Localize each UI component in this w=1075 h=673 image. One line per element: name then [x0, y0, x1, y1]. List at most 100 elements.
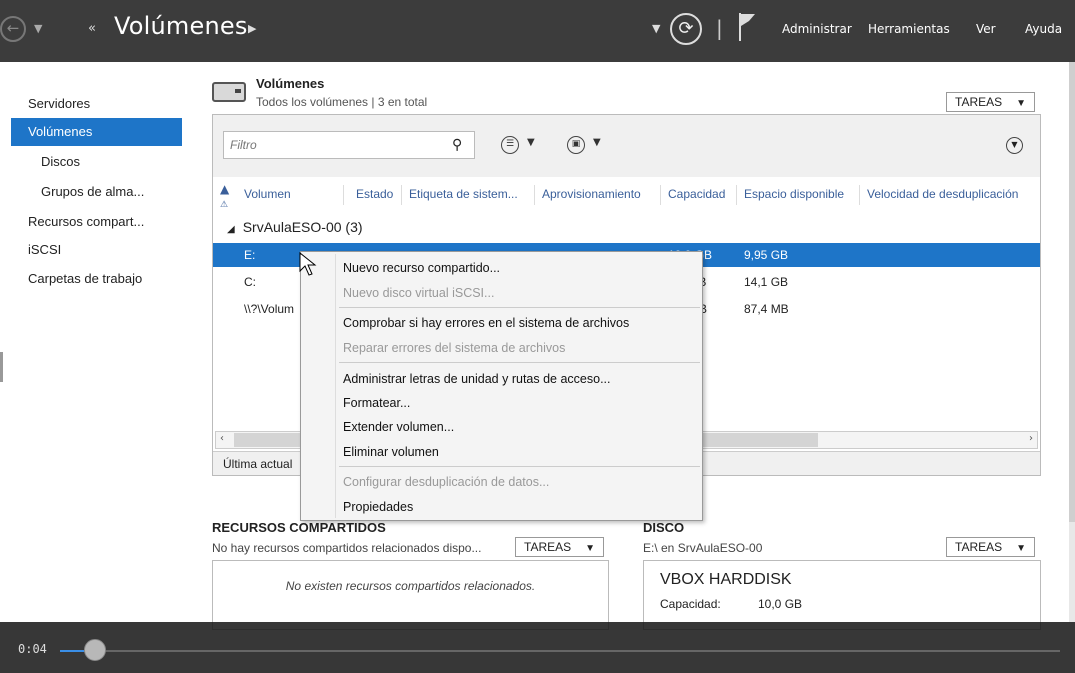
back-arrow-icon[interactable]: ← — [0, 16, 26, 42]
menu-separator — [339, 307, 700, 308]
filter-bar: Filtro ⚲ ☰ ▼ ▣ ▼ ▼ — [213, 115, 1040, 177]
col-aprovisionamiento[interactable]: Aprovisionamiento — [542, 187, 641, 201]
cell-volume: \\?\Volum — [244, 302, 295, 316]
scrollbar-thumb[interactable] — [1069, 62, 1075, 522]
video-player-bar: 0:04 — [0, 622, 1075, 673]
shares-empty-message: No existen recursos compartidos relacion… — [285, 579, 536, 593]
sidebar-item-iscsi[interactable]: iSCSI — [11, 236, 182, 264]
history-dropdown-icon[interactable]: ▼ — [34, 22, 42, 35]
chevron-down-icon: ▼ — [585, 543, 596, 554]
menu-item-repair-errors: Reparar errores del sistema de archivos — [343, 341, 566, 355]
cell-free-space: 14,1 GB — [744, 275, 789, 289]
column-divider — [660, 185, 661, 205]
cell-free-space: 9,95 GB — [744, 248, 789, 262]
disk-capacity-label: Capacidad: — [660, 597, 721, 611]
menu-item-properties[interactable]: Propiedades — [343, 500, 413, 514]
disk-section-subtitle: E:\ en SrvAulaESO-00 — [643, 541, 763, 555]
video-time: 0:04 — [18, 642, 47, 656]
disk-panel: VBOX HARDDISK Capacidad: 10,0 GB — [643, 560, 1041, 630]
col-etiqueta[interactable]: Etiqueta de sistem... — [409, 187, 518, 201]
refresh-dropdown-icon[interactable]: ▼ — [652, 22, 660, 35]
cell-volume: C: — [244, 275, 256, 289]
filter-input[interactable]: Filtro — [223, 131, 475, 159]
sidebar-item-grupos[interactable]: Grupos de alma... — [11, 178, 182, 206]
disk-tasks-button[interactable]: TAREAS ▼ — [946, 537, 1036, 557]
server-group-row[interactable]: ◢ SrvAulaESO-00 (3) — [227, 219, 363, 235]
cell-free-space: 87,4 MB — [744, 302, 789, 316]
cell-volume: E: — [244, 248, 256, 262]
volumes-tasks-button[interactable]: TAREAS ▼ — [946, 92, 1036, 112]
menu-herramientas[interactable]: Herramientas — [868, 22, 950, 36]
menu-item-check-errors[interactable]: Comprobar si hay errores en el sistema d… — [343, 316, 629, 330]
scroll-right-icon[interactable]: › — [1029, 433, 1033, 444]
save-query-icon[interactable]: ▣ — [567, 136, 585, 154]
list-view-icon[interactable]: ☰ — [501, 136, 519, 154]
disk-name: VBOX HARDDISK — [660, 571, 792, 588]
menu-gutter — [335, 254, 336, 518]
disk-section-title: DISCO — [643, 520, 685, 535]
col-velocidad[interactable]: Velocidad de desduplicación — [867, 187, 1018, 201]
tasks-label: TAREAS — [955, 95, 1003, 109]
sidebar-splitter[interactable] — [0, 352, 3, 382]
menu-item-delete-volume[interactable]: Eliminar volumen — [343, 445, 439, 459]
shares-section-title: RECURSOS COMPARTIDOS — [212, 520, 386, 535]
menu-item-new-iscsi-disk: Nuevo disco virtual iSCSI... — [343, 286, 495, 300]
volumes-section-title: Volúmenes — [256, 76, 325, 91]
video-progress-track[interactable] — [60, 650, 1060, 652]
sidebar: Servidores Volúmenes Discos Grupos de al… — [0, 62, 196, 622]
tasks-label: TAREAS — [524, 540, 572, 554]
menu-separator — [339, 466, 700, 467]
save-query-dropdown-icon[interactable]: ▼ — [593, 137, 601, 148]
list-view-dropdown-icon[interactable]: ▼ — [527, 137, 535, 148]
menu-item-dedup-config: Configurar desduplicación de datos... — [343, 475, 550, 489]
notifications-flag-icon[interactable] — [738, 12, 756, 42]
video-progress-thumb[interactable] — [84, 639, 106, 661]
sidebar-item-volumenes[interactable]: Volúmenes — [11, 118, 182, 146]
breadcrumb-next-icon[interactable]: ▶ — [248, 22, 256, 35]
menu-item-new-share[interactable]: Nuevo recurso compartido... — [343, 261, 500, 275]
shares-section-subtitle: No hay recursos compartidos relacionados… — [212, 541, 482, 555]
header-separator: | — [716, 16, 723, 40]
col-espacio[interactable]: Espacio disponible — [744, 187, 844, 201]
shares-panel: No existen recursos compartidos relacion… — [212, 560, 609, 630]
col-estado[interactable]: Estado — [356, 187, 393, 201]
volumes-section-subtitle: Todos los volúmenes | 3 en total — [256, 95, 428, 109]
menu-ver[interactable]: Ver — [976, 22, 996, 36]
chevron-down-icon: ▼ — [1016, 543, 1027, 554]
breadcrumb-back-icon[interactable]: « — [88, 21, 96, 36]
disk-capacity-value: 10,0 GB — [758, 597, 803, 611]
menu-item-format[interactable]: Formatear... — [343, 396, 410, 410]
menu-separator — [339, 362, 700, 363]
sidebar-item-discos[interactable]: Discos — [11, 148, 182, 176]
menu-ayuda[interactable]: Ayuda — [1025, 22, 1062, 36]
column-divider — [736, 185, 737, 205]
search-icon[interactable]: ⚲ — [452, 137, 462, 153]
mouse-cursor-icon — [299, 252, 317, 276]
refresh-icon[interactable]: ⟳ — [670, 13, 702, 45]
menu-administrar[interactable]: Administrar — [782, 22, 852, 36]
expand-icon[interactable]: ▼ — [1006, 137, 1023, 154]
shares-tasks-button[interactable]: TAREAS ▼ — [515, 537, 605, 557]
col-volumen[interactable]: Volumen — [244, 187, 291, 201]
page-title: Volúmenes — [114, 12, 248, 40]
sidebar-item-recursos[interactable]: Recursos compart... — [11, 208, 182, 236]
menu-item-extend-volume[interactable]: Extender volumen... — [343, 420, 454, 434]
server-group-label: SrvAulaESO-00 (3) — [242, 219, 363, 235]
column-divider — [859, 185, 860, 205]
col-capacidad[interactable]: Capacidad — [668, 187, 725, 201]
menu-item-drive-letters[interactable]: Administrar letras de unidad y rutas de … — [343, 372, 611, 386]
collapse-triangle-icon[interactable]: ◢ — [227, 224, 235, 235]
column-divider — [343, 185, 344, 205]
sidebar-item-servidores[interactable]: Servidores — [11, 90, 182, 118]
header-bar: ← ▼ « Volúmenes ▶ ▼ ⟳ | Administrar Herr… — [0, 0, 1075, 62]
sidebar-item-carpetas[interactable]: Carpetas de trabajo — [11, 265, 182, 293]
chevron-down-icon: ▼ — [1016, 98, 1027, 109]
warning-sort-icon: ▲ ⚠ — [220, 182, 230, 210]
scroll-left-icon[interactable]: ‹ — [220, 433, 224, 444]
column-divider — [401, 185, 402, 205]
context-menu: Nuevo recurso compartido... Nuevo disco … — [300, 251, 703, 521]
column-divider — [534, 185, 535, 205]
vertical-scrollbar[interactable] — [1069, 62, 1075, 622]
tasks-label: TAREAS — [955, 540, 1003, 554]
volume-drive-icon — [212, 82, 246, 102]
